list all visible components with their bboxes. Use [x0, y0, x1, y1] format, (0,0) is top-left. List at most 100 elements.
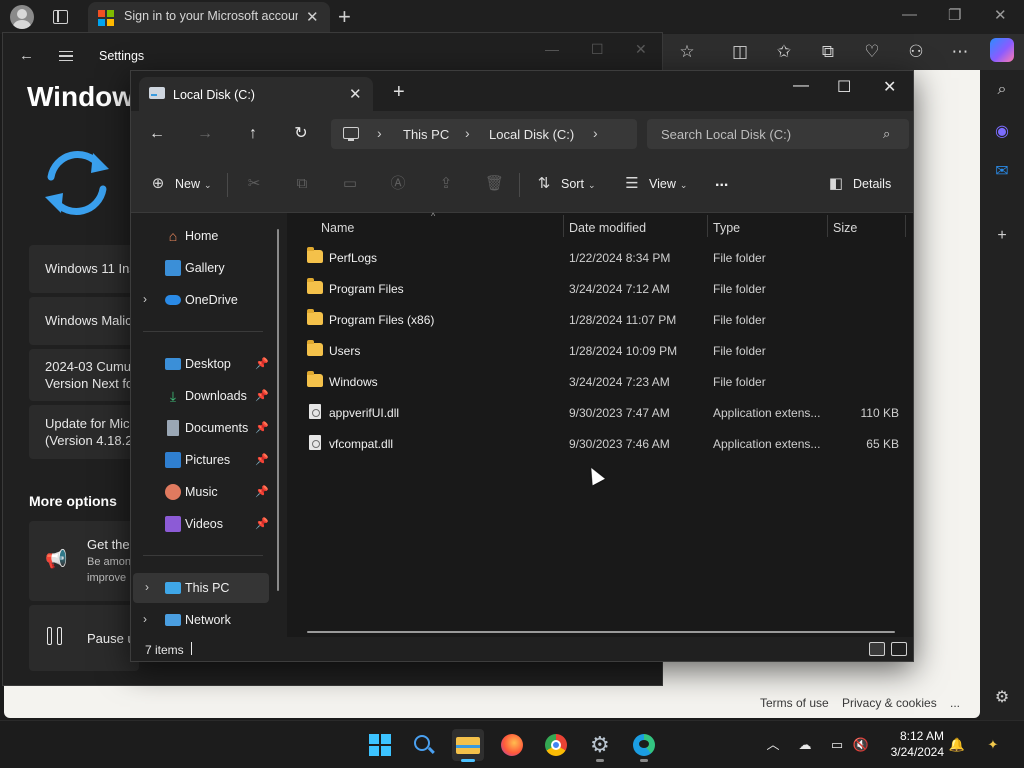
privacy-link[interactable]: Privacy & cookies — [842, 696, 937, 710]
search-input[interactable]: Search Local Disk (C:) ⌕ — [647, 119, 909, 149]
taskbar-settings[interactable]: ⚙ — [584, 729, 616, 762]
sidebar-search-icon[interactable]: ⌕ — [992, 80, 1012, 100]
table-row[interactable]: appverifUI.dll 9/30/2023 7:47 AM Applica… — [307, 398, 905, 428]
sidebar-settings-icon[interactable]: ⚙ — [992, 688, 1012, 708]
favorites-icon[interactable]: ✩ — [772, 40, 796, 64]
nav-item-home[interactable]: ⌂ Home — [131, 221, 285, 251]
nav-item-desktop[interactable]: Desktop 📌 — [131, 349, 285, 379]
more-menu-icon[interactable]: ⋯ — [948, 40, 972, 64]
taskbar-chrome[interactable] — [540, 729, 572, 761]
copilot-icon[interactable] — [990, 38, 1014, 62]
tab-actions-icon[interactable] — [50, 7, 70, 27]
column-divider[interactable] — [707, 215, 708, 237]
view-button[interactable]: View ⌄ — [649, 177, 687, 191]
sidebar-add-icon[interactable]: + — [992, 226, 1012, 246]
column-divider[interactable] — [827, 215, 828, 237]
nav-scrollbar[interactable] — [277, 229, 279, 591]
column-header-date[interactable]: Date modified — [569, 221, 646, 235]
pin-icon[interactable]: 📌 — [255, 421, 269, 434]
address-bar[interactable]: › This PC › Local Disk (C:) › — [331, 119, 637, 149]
nav-item-downloads[interactable]: ⤓ Downloads 📌 — [131, 381, 285, 411]
browser-minimize-button[interactable]: — — [902, 6, 917, 23]
start-button[interactable] — [364, 729, 396, 761]
chevron-right-icon[interactable]: › — [377, 125, 382, 141]
breadcrumb-local-disk[interactable]: Local Disk (C:) — [489, 127, 574, 142]
table-row[interactable]: PerfLogs 1/22/2024 8:34 PM File folder — [307, 243, 905, 273]
pin-icon[interactable]: 📌 — [255, 357, 269, 370]
refresh-icon[interactable]: ↻ — [291, 124, 311, 144]
maximize-button[interactable]: ☐ — [837, 77, 851, 97]
notification-bell-icon[interactable]: 🔔 — [948, 736, 966, 754]
horizontal-scrollbar[interactable] — [307, 631, 895, 633]
chevron-right-icon[interactable]: › — [143, 612, 147, 626]
browser-essentials-icon[interactable]: ♡ — [860, 40, 884, 64]
share-icon[interactable]: ⇪ — [437, 175, 455, 193]
split-screen-icon[interactable]: ◫ — [728, 40, 752, 64]
chevron-right-icon[interactable]: › — [145, 580, 149, 594]
sidebar-copilot-icon[interactable]: ◉ — [992, 122, 1012, 142]
collections-icon[interactable]: ⧉ — [816, 40, 840, 64]
breadcrumb-this-pc[interactable]: This PC — [403, 127, 449, 142]
settings-maximize-button[interactable]: ☐ — [591, 41, 604, 58]
table-row[interactable]: Windows 3/24/2024 7:23 AM File folder — [307, 367, 905, 397]
chevron-right-icon[interactable]: › — [143, 292, 147, 306]
delete-icon[interactable]: 🗑 — [485, 175, 504, 193]
profile-avatar[interactable] — [10, 5, 34, 29]
up-arrow-icon[interactable]: ↑ — [243, 124, 263, 144]
chevron-right-icon[interactable]: › — [593, 125, 598, 141]
footer-more-link[interactable]: ... — [950, 696, 960, 710]
rename-icon[interactable]: Ⓐ — [389, 175, 407, 193]
onedrive-offline-icon[interactable]: ☁ — [796, 736, 814, 754]
new-tab-button[interactable]: + — [393, 81, 405, 104]
close-tab-icon[interactable]: ✕ — [306, 8, 319, 26]
update-item[interactable]: 2024-03 Cumulative Update Version Next f… — [29, 349, 139, 401]
pin-icon[interactable]: 📌 — [255, 517, 269, 530]
nav-item-pictures[interactable]: Pictures 📌 — [131, 445, 285, 475]
forward-arrow-icon[interactable]: → — [195, 124, 215, 144]
copilot-pre-icon[interactable]: ✦ — [982, 736, 1004, 754]
taskbar-firefox[interactable] — [496, 729, 528, 761]
table-row[interactable]: Program Files 3/24/2024 7:12 AM File fol… — [307, 274, 905, 304]
pin-icon[interactable]: 📌 — [255, 485, 269, 498]
details-button[interactable]: Details — [853, 177, 891, 191]
nav-item-documents[interactable]: Documents 📌 — [131, 413, 285, 443]
pin-icon[interactable]: 📌 — [255, 453, 269, 466]
large-icons-view-icon[interactable] — [891, 642, 907, 656]
back-arrow-icon[interactable]: ← — [147, 124, 167, 144]
table-row[interactable]: vfcompat.dll 9/30/2023 7:46 AM Applicati… — [307, 429, 905, 459]
nav-item-onedrive[interactable]: › OneDrive — [131, 285, 285, 315]
column-header-type[interactable]: Type — [713, 221, 740, 235]
sidebar-outlook-icon[interactable]: ✉ — [992, 162, 1012, 182]
browser-close-button[interactable]: ✕ — [994, 6, 1007, 24]
table-row[interactable]: Users 1/28/2024 10:09 PM File folder — [307, 336, 905, 366]
extensions-icon[interactable]: ⚇ — [904, 40, 928, 64]
get-latest-card[interactable]: 📢 Get the latest updates Be among the fi… — [29, 521, 139, 601]
chevron-right-icon[interactable]: › — [465, 125, 470, 141]
pause-updates-card[interactable]: Pause updates — [29, 605, 139, 671]
cut-icon[interactable]: ✂ — [245, 175, 263, 193]
nav-item-gallery[interactable]: Gallery — [131, 253, 285, 283]
taskbar-edge[interactable] — [628, 729, 660, 762]
pin-icon[interactable]: 📌 — [255, 389, 269, 402]
nav-item-network[interactable]: › Network — [131, 605, 285, 635]
nav-item-videos[interactable]: Videos 📌 — [131, 509, 285, 539]
see-more-button[interactable]: ... — [715, 173, 728, 191]
sort-button[interactable]: Sort ⌄ — [561, 177, 595, 191]
nav-item-this-pc[interactable]: › This PC — [133, 573, 269, 603]
back-arrow-icon[interactable]: ← — [19, 47, 34, 64]
column-divider[interactable] — [563, 215, 564, 237]
chevron-up-icon[interactable]: ︿ — [764, 736, 782, 754]
volume-muted-icon[interactable]: 🔇 — [852, 736, 870, 754]
copy-icon[interactable]: ⧉ — [293, 175, 311, 193]
system-clock[interactable]: 8:12 AM 3/24/2024 — [880, 728, 944, 760]
browser-restore-button[interactable]: ❐ — [948, 6, 961, 24]
column-header-size[interactable]: Size — [833, 221, 857, 235]
hamburger-menu-icon[interactable] — [59, 51, 73, 61]
new-button[interactable]: New ⌄ — [175, 177, 212, 191]
close-button[interactable]: ✕ — [883, 77, 896, 97]
favorite-star-icon[interactable]: ☆ — [675, 40, 699, 64]
settings-close-button[interactable]: ✕ — [635, 41, 647, 58]
table-row[interactable]: Program Files (x86) 1/28/2024 11:07 PM F… — [307, 305, 905, 335]
settings-minimize-button[interactable]: — — [545, 41, 559, 57]
terms-link[interactable]: Terms of use — [760, 696, 829, 710]
